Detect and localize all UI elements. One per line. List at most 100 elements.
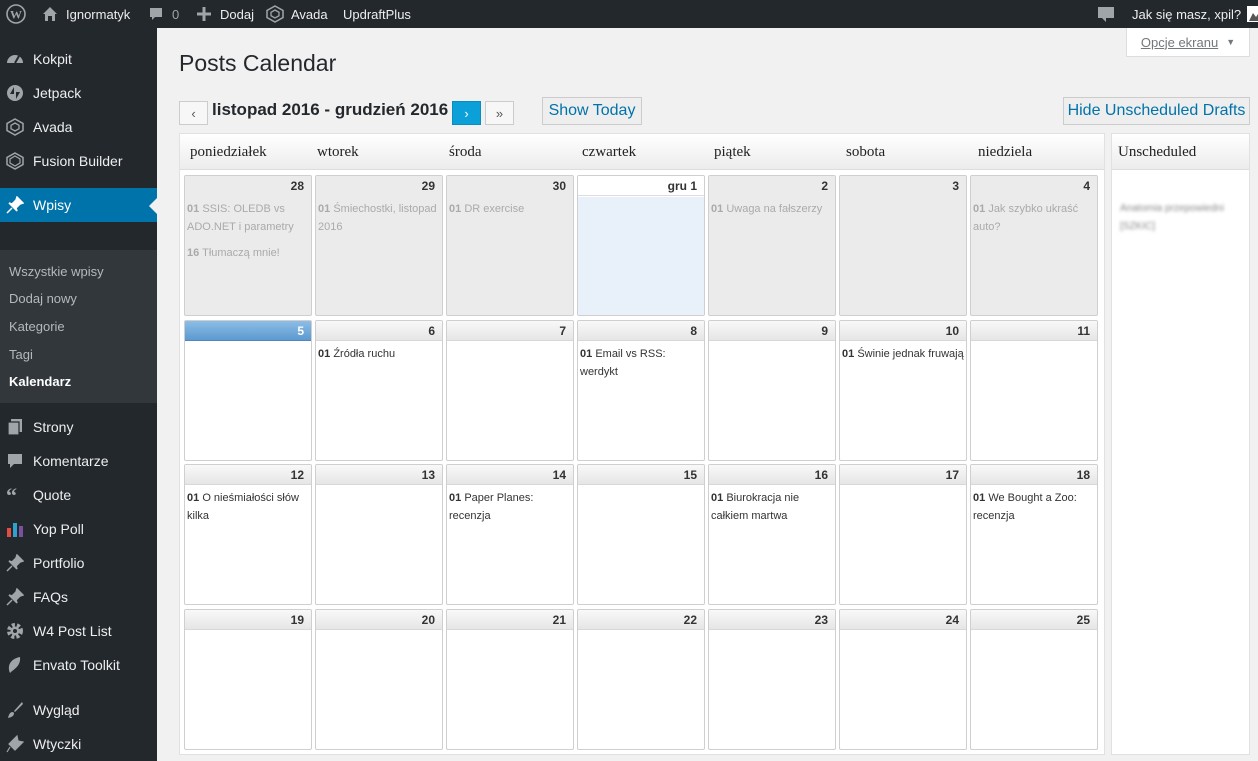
calendar-day-cell[interactable]: 24 [839,609,967,750]
sidebar-item-label: Fusion Builder [33,153,123,169]
calendar-day-cell[interactable]: 18 01 We Bought a Zoo: recenzja [970,464,1098,605]
sidebar-item-label: Yop Poll [33,521,84,537]
screen-options-button[interactable]: Opcje ekranu ▼ [1126,28,1250,57]
calendar-day-cell[interactable]: gru 1 [577,175,705,316]
sidebar-item-yop-poll[interactable]: Yop Poll [0,512,157,546]
calendar-day-cell[interactable]: 13 [315,464,443,605]
calendar-day-cell[interactable]: 4 01 Jak szybko ukraść auto? [970,175,1098,316]
unscheduled-draft[interactable]: Anatomia przepowiedni [SZKIC] [1120,200,1244,236]
calendar-post[interactable]: 01 Źródła ruchu [318,345,440,363]
next-month-button[interactable]: › [452,101,481,125]
calendar-day-cell[interactable]: 29 01 Śmiechostki, listopad 2016 [315,175,443,316]
avada-link[interactable]: Avada [265,0,328,28]
day-number: 22 [578,610,704,630]
sidebar-item-komentarze[interactable]: Komentarze [0,444,157,478]
updraftplus-link[interactable]: UpdraftPlus [343,0,411,28]
day-number: 24 [840,610,966,630]
submenu-categories[interactable]: Kategorie [9,319,65,334]
sidebar-item-faqs[interactable]: FAQs [0,580,157,614]
fast-forward-button[interactable]: » [485,101,514,125]
calendar-day-cell[interactable]: 2 01 Uwaga na fałszerzy [708,175,836,316]
calendar-post[interactable]: 01 Paper Planes: recenzja [449,489,571,525]
calendar-day-cell[interactable]: 20 [315,609,443,750]
show-today-button[interactable]: Show Today [542,97,642,125]
sidebar-item-kokpit[interactable]: Kokpit [0,42,157,76]
calendar-post[interactable]: 01 Email vs RSS: werdykt [580,345,702,381]
hide-unscheduled-drafts-button[interactable]: Hide Unscheduled Drafts [1063,97,1250,125]
calendar-day-cell[interactable]: 9 [708,320,836,461]
day-number: 14 [447,465,573,485]
calendar-day-cell[interactable]: 6 01 Źródła ruchu [315,320,443,461]
calendar-day-cell[interactable]: 14 01 Paper Planes: recenzja [446,464,574,605]
post-title: SSIS: OLEDB vs ADO.NET i parametry [187,203,294,233]
calendar-day-cell[interactable]: 17 [839,464,967,605]
add-new-link[interactable]: Dodaj [194,0,254,28]
calendar-post[interactable]: 01 Biurokracja nie całkiem martwa [711,489,833,525]
calendar-day-cell[interactable]: 25 [970,609,1098,750]
calendar-post[interactable]: 01 Uwaga na fałszerzy [711,200,833,218]
sidebar-item-w4-post-list[interactable]: W4 Post List [0,614,157,648]
calendar-day-cell[interactable]: 28 01 SSIS: OLEDB vs ADO.NET i parametry 1… [184,175,312,316]
comment-icon [5,451,25,471]
submenu-calendar[interactable]: Kalendarz [9,374,71,389]
calendar-day-cell[interactable]: 7 [446,320,574,461]
post-time: 01 [580,348,593,360]
day-number: 2 [709,176,835,196]
sidebar-item-portfolio[interactable]: Portfolio [0,546,157,580]
post-title: Śmiechostki, listopad 2016 [318,203,437,233]
calendar-post[interactable]: 01 Świnie jednak fruwają [842,345,964,363]
leaf-icon [5,655,25,675]
sidebar-item-wtyczki[interactable]: Wtyczki [0,727,157,761]
calendar-post[interactable]: 01 Śmiechostki, listopad 2016 [318,200,440,236]
calendar-day-cell[interactable]: 19 [184,609,312,750]
notifications-icon[interactable] [1097,0,1115,28]
calendar-day-cell[interactable]: 15 [577,464,705,605]
calendar-day-cell[interactable]: 3 [839,175,967,316]
calendar-day-cell[interactable]: 23 [708,609,836,750]
sidebar-item-strony[interactable]: Strony [0,410,157,444]
post-time: 01 [973,203,986,215]
calendar-day-cell[interactable]: 11 [970,320,1098,461]
submenu-add-new[interactable]: Dodaj nowy [9,291,77,306]
sidebar-item-wpisy[interactable]: Wpisy [0,188,157,222]
calendar-day-cell[interactable]: 30 01 DR exercise [446,175,574,316]
calendar-day-cell[interactable]: 16 01 Biurokracja nie całkiem martwa [708,464,836,605]
post-title: Tłumaczą mnie! [202,247,280,259]
calendar-day-cell[interactable]: 10 01 Świnie jednak fruwają [839,320,967,461]
site-name-link[interactable]: Ignormatyk [40,0,130,28]
submenu-tags[interactable]: Tagi [9,347,33,362]
wordpress-logo-icon[interactable]: W [6,0,26,28]
calendar-day-cell[interactable]: 8 01 Email vs RSS: werdykt [577,320,705,461]
selected-day-fill [578,197,704,315]
pin-icon [5,587,25,607]
comment-icon [146,4,166,24]
calendar-post[interactable]: 01 O nieśmiałości słów kilka [187,489,309,525]
calendar-post[interactable]: 01 DR exercise [449,200,571,218]
my-account-link[interactable]: Jak się masz, xpil? [1132,0,1258,28]
calendar-day-cell[interactable]: 5 [184,320,312,461]
day-number: 5 [185,321,311,341]
sidebar-item-quote[interactable]: “ Quote [0,478,157,512]
comments-link[interactable]: 0 [146,0,179,28]
sidebar-item-fusion-builder[interactable]: Fusion Builder [0,144,157,178]
sidebar-item-wygląd[interactable]: Wygląd [0,693,157,727]
sidebar-item-envato-toolkit[interactable]: Envato Toolkit [0,648,157,682]
prev-month-button[interactable]: ‹ [179,101,208,125]
calendar-post[interactable]: 01 SSIS: OLEDB vs ADO.NET i parametry [187,200,309,236]
sidebar-item-avada[interactable]: Avada [0,110,157,144]
calendar-post[interactable]: 16 Tłumaczą mnie! [187,244,309,262]
calendar-day-cell[interactable]: 12 01 O nieśmiałości słów kilka [184,464,312,605]
post-title: Email vs RSS: werdykt [580,348,666,378]
post-time: 16 [187,247,200,259]
submenu-all-posts[interactable]: Wszystkie wpisy [9,264,104,279]
day-number: 18 [971,465,1097,485]
calendar-day-cell[interactable]: 21 [446,609,574,750]
sidebar-item-jetpack[interactable]: Jetpack [0,76,157,110]
pin-icon [5,195,25,215]
calendar-post[interactable]: 01 Jak szybko ukraść auto? [973,200,1095,236]
calendar-day-cell[interactable]: 22 [577,609,705,750]
sidebar-item-label: Komentarze [33,453,109,469]
calendar-grid: poniedziałek wtorek środa czwartek piątek sob… [179,133,1105,755]
calendar-post[interactable]: 01 We Bought a Zoo: recenzja [973,489,1095,525]
day-number: 20 [316,610,442,630]
